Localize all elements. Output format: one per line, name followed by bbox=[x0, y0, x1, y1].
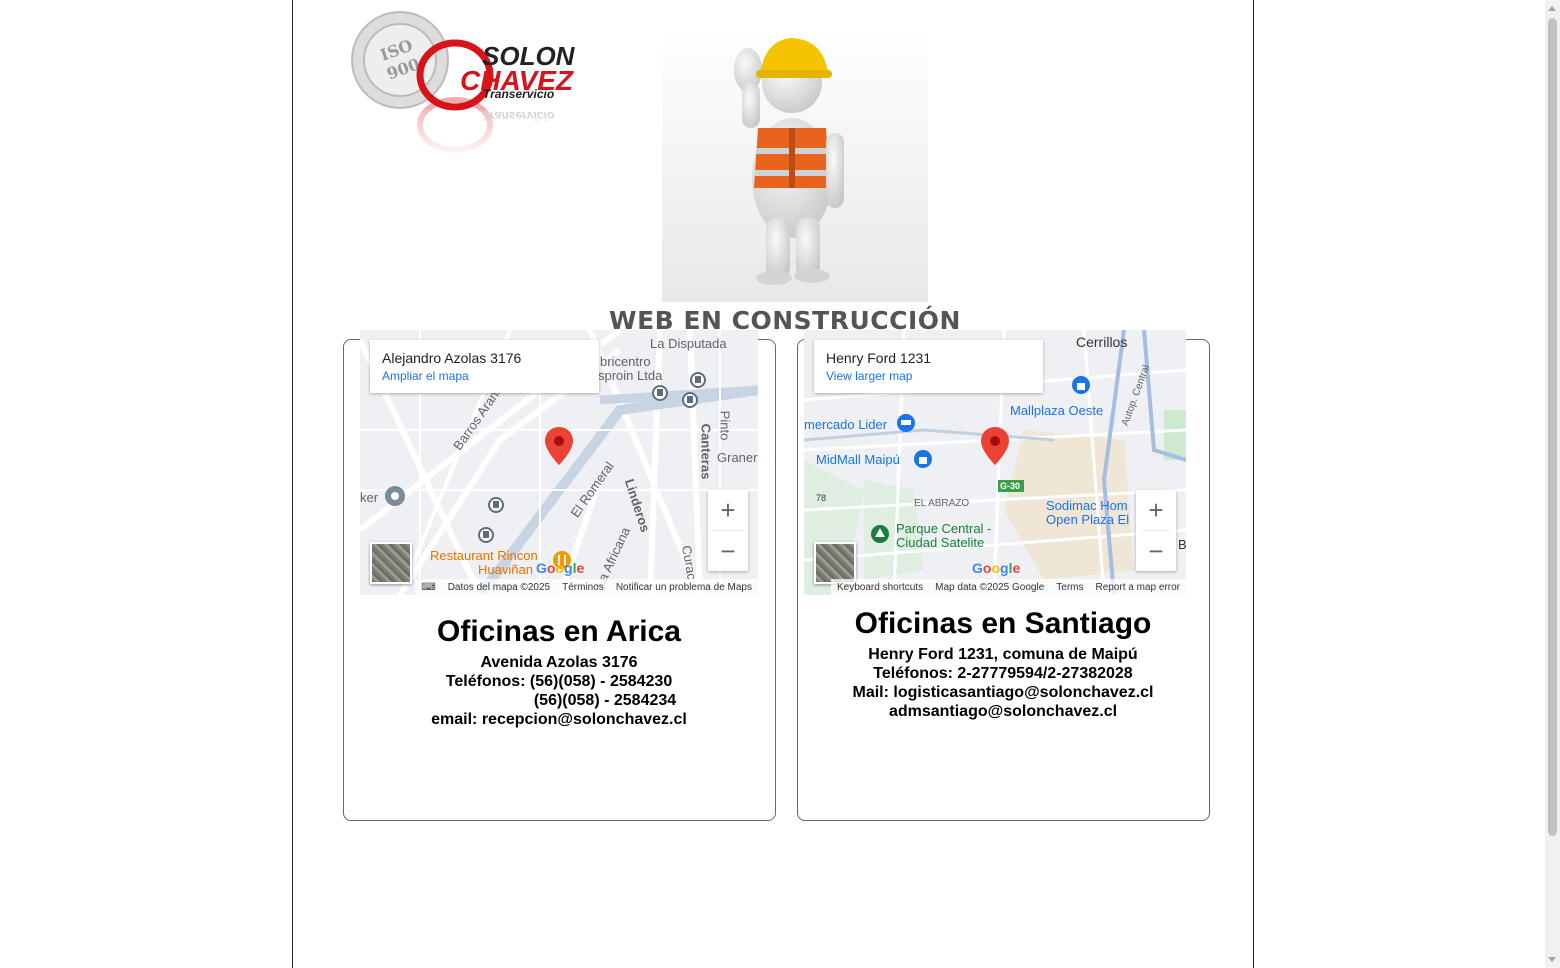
bus-stop-icon[interactable] bbox=[478, 527, 494, 543]
larger-map-link[interactable]: View larger map bbox=[826, 369, 1031, 383]
map-poi: Restaurant Rincon bbox=[430, 548, 538, 563]
place-name: Alejandro Azolas 3176 bbox=[382, 350, 522, 366]
company-logo[interactable]: ISO 900 SOLON CHAVEZ Transervicio Transe… bbox=[350, 10, 590, 160]
attrib-report-link[interactable]: Notificar un problema de Maps bbox=[616, 582, 752, 593]
map-poi: Mallplaza Oeste bbox=[1010, 403, 1104, 418]
vertical-scrollbar[interactable] bbox=[1545, 0, 1560, 968]
office-title: Oficinas en Arica bbox=[437, 615, 681, 648]
santiago-place-card: Henry Ford 1231 View larger map bbox=[814, 340, 1043, 393]
map-poi: Huaviñan bbox=[478, 562, 533, 577]
satellite-toggle-button[interactable] bbox=[814, 542, 856, 584]
attrib-terms-link[interactable]: Términos bbox=[562, 582, 604, 593]
bus-stop-icon[interactable] bbox=[690, 372, 706, 388]
map-label: bricentro bbox=[600, 354, 651, 369]
scrollbar-thumb[interactable] bbox=[1548, 18, 1557, 836]
office-address: Avenida Azolas 3176 bbox=[480, 654, 638, 671]
map-poi: mercado Lider bbox=[804, 417, 888, 432]
map-label: La Disputada bbox=[650, 336, 727, 351]
scroll-up-arrow-icon[interactable] bbox=[1548, 6, 1556, 11]
attrib-data: Map data ©2025 Google bbox=[935, 581, 1045, 593]
route-badge: 78 bbox=[816, 493, 827, 503]
office-email-2: admsantiago@solonchavez.cl bbox=[888, 703, 1118, 720]
bus-stop-icon[interactable] bbox=[652, 385, 668, 401]
map-label: EL ABRAZO bbox=[914, 498, 970, 509]
zoom-out-button[interactable]: − bbox=[708, 531, 748, 571]
map-label: Granero bbox=[717, 450, 758, 465]
map-label: Cerrillos bbox=[1076, 334, 1128, 350]
google-logo[interactable]: Google bbox=[536, 560, 584, 576]
map-poi: MidMall Maipú bbox=[816, 452, 900, 467]
zoom-in-button[interactable]: + bbox=[1136, 490, 1176, 530]
map-poi: Open Plaza El bbox=[1046, 512, 1130, 527]
logo-graphic: ISO 900 SOLON CHAVEZ Transervicio Transe… bbox=[351, 11, 590, 160]
arica-office-info: Oficinas en Arica Avenida Azolas 3176 Te… bbox=[360, 615, 758, 729]
shopping-bag-icon[interactable] bbox=[1071, 375, 1091, 395]
zoom-controls: + − bbox=[708, 490, 748, 571]
office-phones: Teléfonos: 2-27779594/2-27382028 bbox=[873, 665, 1133, 682]
attrib-terms-link[interactable]: Terms bbox=[1056, 582, 1083, 593]
map-attribution: Keyboard shortcuts Map data ©2025 Google… bbox=[830, 579, 1186, 595]
poi-marker-icon[interactable] bbox=[384, 485, 406, 513]
location-pin-icon[interactable] bbox=[545, 427, 573, 465]
map-label: sproin Ltda bbox=[598, 368, 663, 383]
route-badge: G-30 bbox=[1000, 481, 1021, 491]
construction-worker-image bbox=[662, 28, 928, 302]
map-label: ker bbox=[360, 490, 379, 505]
place-name: Henry Ford 1231 bbox=[826, 350, 932, 366]
larger-map-link[interactable]: Ampliar el mapa bbox=[382, 369, 587, 383]
svg-text:Transervicio: Transervicio bbox=[483, 87, 554, 101]
bus-stop-icon[interactable] bbox=[488, 497, 504, 513]
map-poi: Sodimac Hom bbox=[1046, 498, 1128, 513]
shopping-bag-icon[interactable] bbox=[913, 449, 933, 469]
attrib-data: Datos del mapa ©2025 bbox=[447, 581, 551, 593]
office-email: Mail: logisticasantiago@solonchavez.cl bbox=[852, 684, 1154, 701]
park-icon[interactable] bbox=[870, 524, 890, 544]
office-phones: Teléfonos: (56)(058) - 2584230 bbox=[445, 673, 673, 690]
map-label: B bbox=[1178, 537, 1186, 552]
map-label: Pinto bbox=[717, 410, 733, 441]
scroll-down-arrow-icon[interactable] bbox=[1548, 957, 1556, 962]
santiago-map[interactable]: Cerrillos Mallplaza Oeste mercado Lider … bbox=[804, 330, 1186, 595]
office-email: email: recepcion@solonchavez.cl bbox=[431, 711, 687, 728]
santiago-office-info: Oficinas en Santiago Henry Ford 1231, co… bbox=[804, 607, 1202, 721]
map-poi: Ciudad Satelite bbox=[896, 535, 985, 550]
zoom-in-button[interactable]: + bbox=[708, 490, 748, 530]
zoom-out-button[interactable]: − bbox=[1136, 531, 1176, 571]
satellite-toggle-button[interactable] bbox=[370, 542, 412, 584]
arica-map[interactable]: La Disputada bricentro sproin Ltda Barro… bbox=[360, 330, 758, 595]
office-title: Oficinas en Santiago bbox=[854, 607, 1152, 640]
map-poi: Parque Central - bbox=[896, 521, 992, 536]
arica-place-card: Alejandro Azolas 3176 Ampliar el mapa bbox=[370, 340, 599, 393]
google-logo[interactable]: Google bbox=[972, 560, 1020, 576]
office-phones-2: (56)(058) - 2584234 bbox=[533, 692, 677, 709]
zoom-controls: + − bbox=[1136, 490, 1176, 571]
map-label: Canteras bbox=[698, 423, 714, 480]
office-address: Henry Ford 1231, comuna de Maipú bbox=[868, 646, 1138, 663]
attrib-report-link[interactable]: Report a map error bbox=[1096, 582, 1180, 593]
location-pin-icon[interactable] bbox=[981, 427, 1009, 465]
shopping-cart-icon[interactable] bbox=[896, 413, 916, 433]
bus-stop-icon[interactable] bbox=[682, 392, 698, 408]
keyboard-shortcuts-link[interactable]: Keyboard shortcuts bbox=[837, 582, 923, 593]
map-attribution: ⌨ Datos del mapa ©2025 Términos Notifica… bbox=[415, 579, 758, 595]
keyboard-icon[interactable]: ⌨ bbox=[421, 582, 435, 593]
